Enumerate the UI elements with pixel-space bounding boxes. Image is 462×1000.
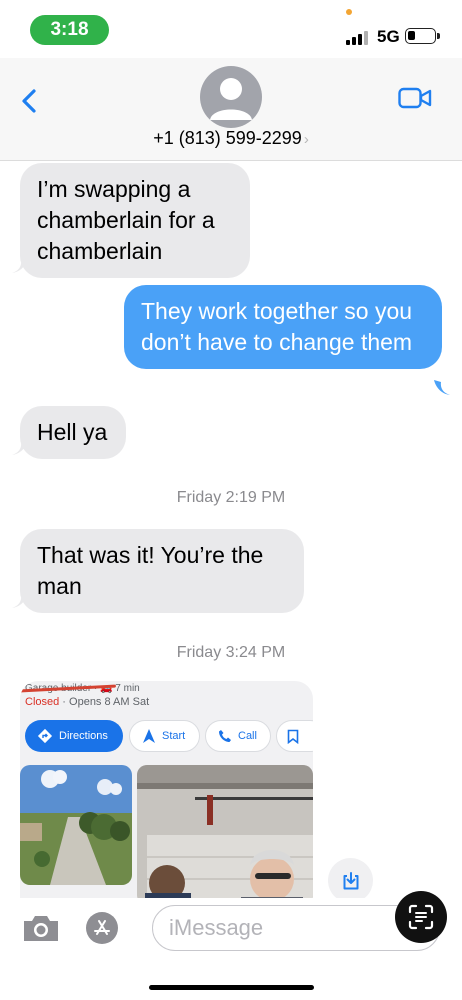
avatar[interactable] <box>200 66 262 128</box>
save-attachment-button[interactable] <box>328 858 373 903</box>
camera-icon[interactable] <box>21 913 61 943</box>
privacy-indicator <box>346 9 352 15</box>
street-view-photo[interactable] <box>20 765 132 885</box>
directions-button[interactable]: Directions <box>25 720 123 752</box>
battery-cap <box>437 33 440 39</box>
call-label: Call <box>238 730 257 742</box>
garage-photo[interactable] <box>137 765 313 898</box>
message-bubble-sent[interactable]: They work together so you don’t have to … <box>124 285 442 369</box>
signal-icon <box>346 29 370 45</box>
directions-icon <box>37 728 53 744</box>
home-indicator[interactable] <box>149 985 314 990</box>
bubble-tail <box>12 593 28 608</box>
status-bar: 3:18 5G <box>0 0 462 58</box>
conversation-header: +1 (813) 599-2299 › <box>0 58 462 161</box>
contact-number[interactable]: +1 (813) 599-2299 <box>153 128 302 148</box>
app-store-icon[interactable] <box>86 912 118 944</box>
place-status: Closed · Opens 8 AM Sat <box>25 696 149 708</box>
chevron-right-icon: › <box>303 131 309 148</box>
start-label: Start <box>162 730 186 742</box>
status-closed: Closed <box>25 696 60 708</box>
navigation-arrow-icon <box>143 729 155 743</box>
battery-icon <box>405 28 436 44</box>
contact-name[interactable]: +1 (813) 599-2299 › <box>0 128 462 149</box>
save-place-button[interactable] <box>276 720 313 752</box>
back-icon[interactable] <box>16 86 46 116</box>
maps-screenshot-attachment[interactable]: Garage builder · 🚗 7 min Closed · Opens … <box>20 681 313 898</box>
call-button[interactable]: Call <box>205 720 271 752</box>
bubble-tail <box>12 258 28 273</box>
video-call-icon[interactable] <box>398 86 432 110</box>
status-time: 3:18 <box>30 15 109 45</box>
status-hours: · Opens 8 AM Sat <box>59 696 150 708</box>
timestamp: Friday 3:24 PM <box>176 644 286 661</box>
message-bubble-received[interactable]: I’m swapping a chamberlain for a chamber… <box>20 163 250 278</box>
bubble-tail <box>434 380 450 395</box>
download-icon <box>343 871 358 889</box>
message-bubble-received[interactable]: That was it! You’re the man <box>20 529 304 613</box>
start-button[interactable]: Start <box>129 720 200 752</box>
message-bubble-received[interactable]: Hell ya <box>20 406 126 459</box>
bubble-tail <box>12 440 28 455</box>
bookmark-icon <box>287 729 299 744</box>
timestamp: Friday 2:19 PM <box>176 489 286 506</box>
directions-label: Directions <box>59 730 108 742</box>
network-label: 5G <box>377 27 400 46</box>
phone-icon <box>219 730 231 742</box>
live-text-scan-icon[interactable] <box>395 891 447 943</box>
